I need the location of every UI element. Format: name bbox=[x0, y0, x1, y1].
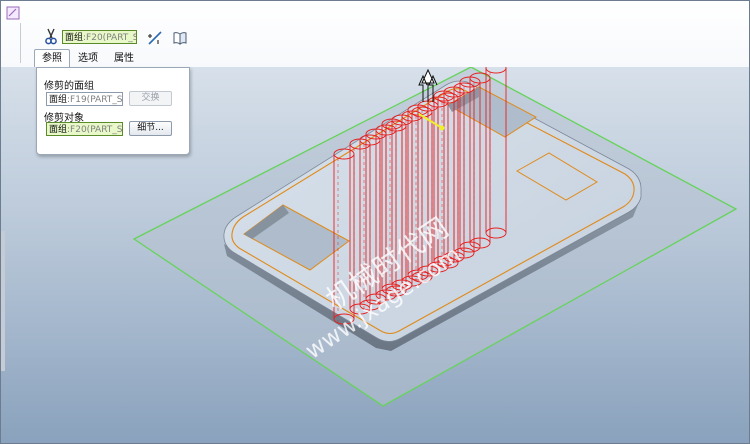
toolbar-divider bbox=[20, 23, 21, 63]
trimmed-quilt-label: 修剪的面组 bbox=[44, 81, 94, 92]
left-scrollbar[interactable] bbox=[1, 231, 5, 371]
trimmed-quilt-field[interactable]: 面组:F19(PART_S bbox=[46, 92, 123, 106]
cylinder-wireframe bbox=[485, 67, 507, 74]
trim-surface-field-main: 面组 bbox=[65, 33, 84, 43]
feature-corner-icon bbox=[6, 6, 20, 20]
tab-options[interactable]: 选项 bbox=[70, 49, 106, 67]
tab-references[interactable]: 参照 bbox=[34, 49, 70, 67]
trim-scissors-icon[interactable] bbox=[43, 28, 59, 46]
dashboard-tabs: 参照 选项 属性 bbox=[34, 49, 142, 67]
open-book-icon[interactable] bbox=[171, 29, 188, 46]
trim-object-field[interactable]: 面组:F20(PART_S bbox=[46, 122, 123, 136]
trim-object-field-sub: :F20(PART_S bbox=[67, 125, 123, 135]
details-button[interactable]: 细节... bbox=[129, 121, 172, 136]
highlight-point bbox=[439, 125, 445, 131]
tab-properties[interactable]: 属性 bbox=[106, 49, 142, 67]
trim-surface-field[interactable]: 面组:F20(PART_S bbox=[62, 30, 137, 44]
trimmed-quilt-field-sub: :F19(PART_S bbox=[67, 95, 123, 105]
trim-object-field-main: 面组 bbox=[49, 125, 68, 135]
app-window: 面组:F20(PART_S 参照 选项 属性 机械时代网 www.jxage.c… bbox=[0, 0, 750, 444]
dashboard-toolbar: 面组:F20(PART_S 参照 选项 属性 bbox=[1, 1, 749, 68]
references-panel: 修剪的面组 面组:F19(PART_S 交换 修剪对象 面组:F20(PART_… bbox=[36, 67, 190, 155]
swap-button[interactable]: 交换 bbox=[129, 91, 172, 106]
flip-direction-icon[interactable] bbox=[146, 29, 163, 46]
trimmed-quilt-field-main: 面组 bbox=[49, 95, 68, 105]
trim-surface-field-sub: :F20(PART_S bbox=[83, 33, 137, 43]
